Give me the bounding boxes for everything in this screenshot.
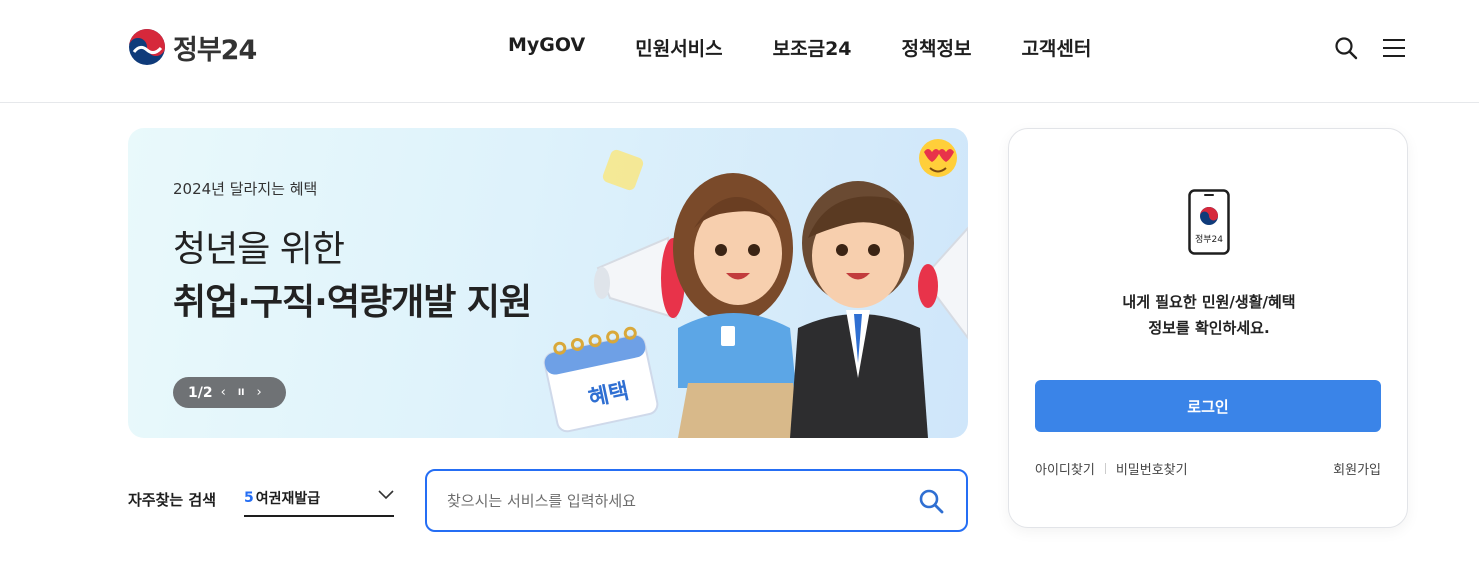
logo-text: 정부24 [173,34,257,66]
banner-controls: 1/2 ‹ II › [173,377,286,408]
banner-prev-button[interactable]: ‹ [221,385,226,400]
nav-item-mygov[interactable]: MyGOV [508,34,585,61]
megaphone-icon [918,226,968,340]
service-search-input[interactable] [447,488,907,514]
megaphone-icon [594,236,685,320]
boy-character [790,181,928,438]
nav-item-subsidy24[interactable]: 보조금24 [773,34,852,61]
girl-character [673,173,803,438]
login-message-line1: 내게 필요한 민원/생활/혜택 [1122,293,1296,311]
banner-counter: 1/2 [188,384,213,401]
hamburger-menu-icon [1383,39,1405,57]
nav-item-customer-center[interactable]: 고객센터 [1021,34,1091,61]
banner-pause-button[interactable]: II [238,388,245,398]
calendar-icon [543,326,659,433]
frequent-search-label: 자주찾는 검색 [128,491,217,509]
search-icon [919,489,944,514]
login-button[interactable]: 로그인 [1035,380,1381,432]
search-icon [1335,37,1358,60]
heart-eyes-emoji-icon [919,139,957,177]
nav-item-policy-info[interactable]: 정책정보 [902,34,972,61]
find-id-link[interactable]: 아이디찾기 [1035,459,1095,478]
frequent-search-text: 여권재발급 [255,490,321,507]
banner-title-line2: 취업·구직·역량개발 지원 [173,282,532,323]
promo-banner[interactable]: 2024년 달라지는 혜택 청년을 위한 취업·구직·역량개발 지원 1/2 ‹… [128,128,968,438]
find-password-link[interactable]: 비밀번호찾기 [1116,459,1188,478]
menu-button[interactable] [1381,35,1407,61]
login-links: 아이디찾기 비밀번호찾기 회원가입 [1035,459,1381,478]
site-logo[interactable]: 정부24 [128,28,257,66]
frequent-search-select[interactable]: 5 여권재발급 [244,480,394,517]
nav-item-civil-service[interactable]: 민원서비스 [635,34,722,61]
main-nav: MyGOV 민원서비스 보조금24 정책정보 고객센터 [508,34,1141,61]
banner-next-button[interactable]: › [257,385,262,400]
service-search-box [425,469,968,532]
login-message: 내게 필요한 민원/생활/혜택 정보를 확인하세요. [1009,289,1409,341]
phone-label: 정부24 [1194,235,1223,245]
chevron-down-icon [378,490,394,500]
mobile-phone-icon [1188,189,1230,255]
banner-title-line1: 청년을 위한 [173,229,345,270]
banner-illustration: 혜택 [543,139,968,438]
login-message-line2: 정보를 확인하세요. [1148,319,1270,337]
frequent-search-rank: 5 [244,489,254,506]
banner-eyebrow: 2024년 달라지는 혜택 [173,180,318,198]
taegeuk-logo-icon [129,29,165,65]
link-divider [1104,463,1106,474]
header-utilities [1311,35,1407,61]
service-search-button[interactable] [918,488,944,514]
site-header: 정부24 MyGOV 민원서비스 보조금24 정책정보 고객센터 [0,0,1479,103]
login-card: 정부24 내게 필요한 민원/생활/혜택 정보를 확인하세요. 로그인 아이디찾… [1008,128,1408,528]
signup-link[interactable]: 회원가입 [1333,459,1381,478]
header-search-button[interactable] [1333,35,1359,61]
